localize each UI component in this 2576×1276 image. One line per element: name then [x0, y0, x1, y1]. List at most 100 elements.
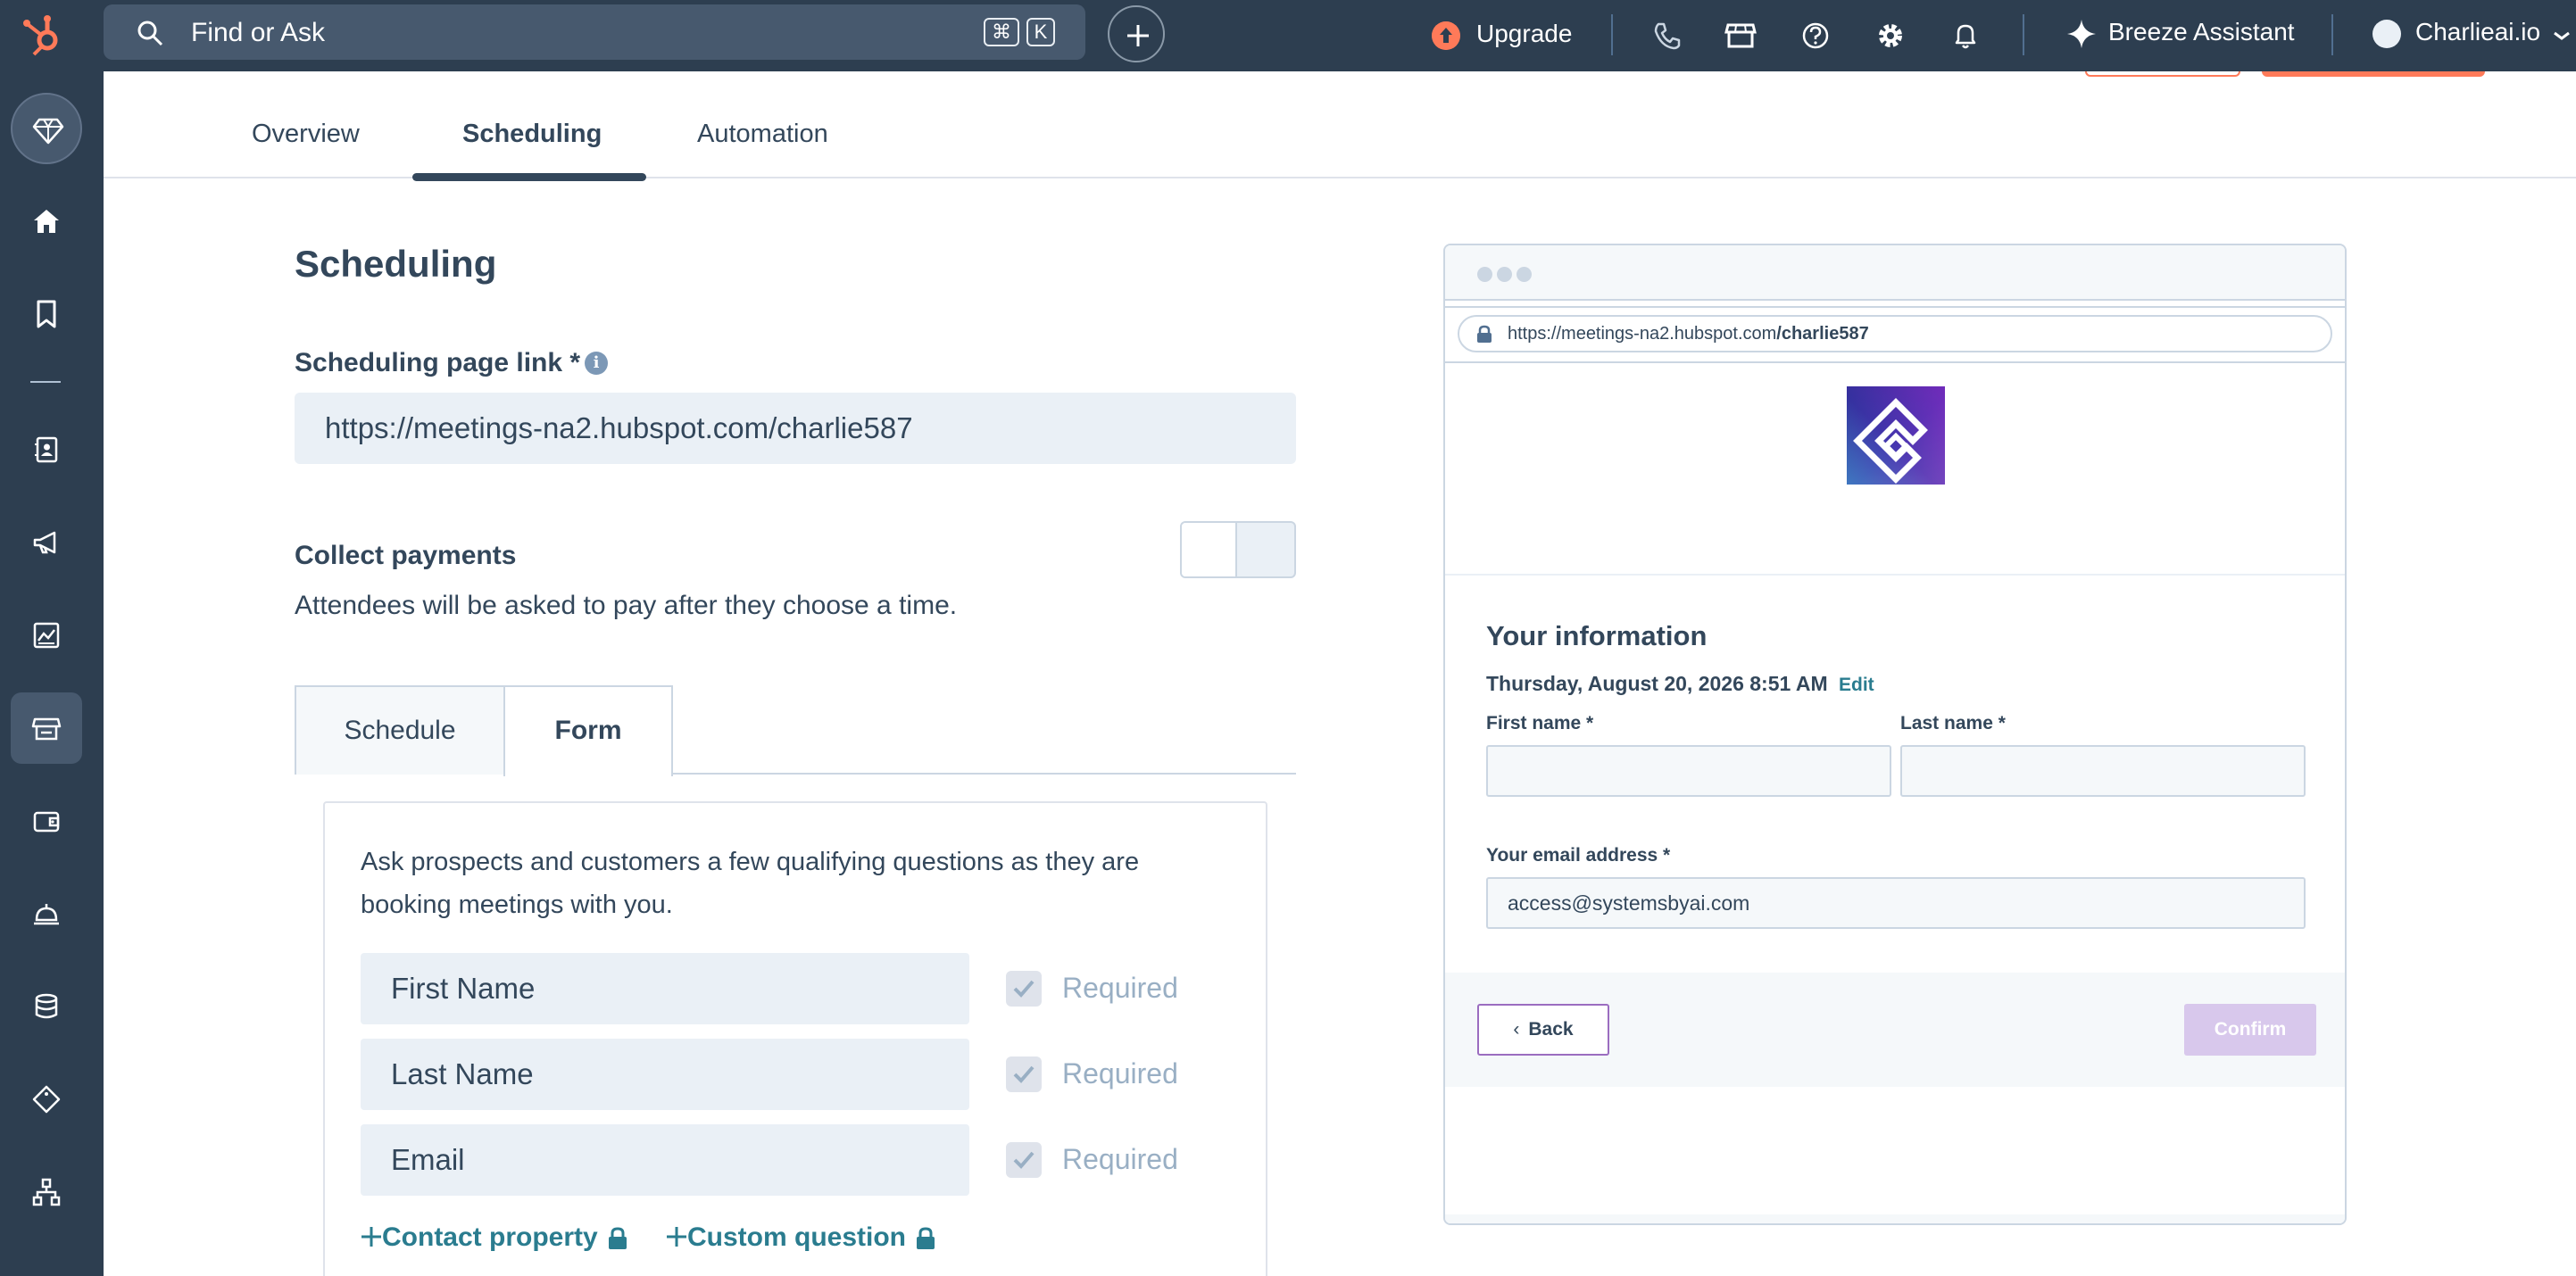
megaphone-icon: [33, 531, 56, 554]
nav-divider: [30, 381, 61, 383]
tab-automation[interactable]: Automation: [697, 120, 828, 149]
secondary-action-button[interactable]: [2085, 71, 2240, 77]
collect-payments-title: Collect payments: [295, 541, 517, 570]
left-navigation: [0, 71, 104, 1276]
nav-item-reports[interactable]: [11, 600, 82, 671]
lock-icon: [1477, 325, 1492, 343]
gem-icon: [32, 118, 64, 145]
nav-item-payments[interactable]: [11, 785, 82, 857]
required-checkbox-email[interactable]: [1006, 1142, 1042, 1178]
service-bell-icon: [34, 904, 59, 925]
preview-url-path: /charlie587: [1776, 324, 1869, 344]
nav-item-upgrade-gem[interactable]: [11, 93, 82, 164]
required-checkbox-first-name[interactable]: [1006, 971, 1042, 1007]
lock-icon: [917, 1227, 935, 1250]
section-title: Scheduling: [295, 243, 497, 285]
nav-item-marketing[interactable]: [11, 507, 82, 578]
subtab-form[interactable]: Form: [503, 685, 673, 776]
search-bar[interactable]: Find or Ask ⌘ K: [104, 4, 1085, 60]
add-contact-property-link[interactable]: Contact property: [361, 1222, 628, 1253]
nav-item-automation[interactable]: [11, 1156, 82, 1228]
breeze-assistant-label: Breeze Assistant: [2108, 18, 2295, 46]
chevron-left-icon: ‹: [1513, 1019, 1520, 1040]
window-dot: [1497, 267, 1512, 282]
scheduling-link-input[interactable]: https://meetings-na2.hubspot.com/charlie…: [295, 393, 1296, 464]
chevron-down-icon[interactable]: [2551, 25, 2572, 46]
preview-bottom-strip: [1445, 1214, 2345, 1223]
settings-gear-icon[interactable]: [1871, 16, 1910, 55]
wallet-icon: [33, 811, 60, 833]
required-checkbox-last-name[interactable]: [1006, 1056, 1042, 1092]
nav-item-home[interactable]: [11, 186, 82, 257]
nav-item-bookmarks[interactable]: [11, 278, 82, 350]
tab-overview[interactable]: Overview: [252, 120, 360, 149]
preview-footer: ‹ Back Confirm: [1445, 973, 2345, 1087]
required-label: Required: [1062, 1143, 1178, 1175]
window-dot: [1517, 267, 1532, 282]
nav-item-contacts[interactable]: [11, 414, 82, 485]
search-placeholder: Find or Ask: [191, 18, 326, 47]
nav-item-service[interactable]: [11, 878, 82, 949]
add-custom-question-link[interactable]: Custom question: [666, 1222, 936, 1253]
search-icon: [137, 21, 163, 46]
plus-icon: [361, 1227, 381, 1247]
nav-item-commerce[interactable]: [11, 692, 82, 764]
subtab-schedule[interactable]: Schedule: [295, 685, 505, 775]
collect-payments-toggle[interactable]: [1180, 521, 1296, 578]
schedule-form-tabs: Schedule Form: [295, 685, 1296, 776]
back-button[interactable]: ‹ Back: [1477, 1004, 1609, 1056]
email-address-label: Your email address *: [1486, 845, 1671, 866]
preview-url-domain: https://meetings-na2.hubspot.com: [1508, 324, 1777, 344]
last-name-label: Last name *: [1900, 713, 2006, 733]
form-field-email[interactable]: Email: [361, 1124, 969, 1196]
contacts-book-icon: [35, 436, 58, 463]
lock-icon: [608, 1227, 627, 1250]
your-information-title: Your information: [1486, 620, 1708, 651]
shortcut-k-key: K: [1026, 18, 1055, 46]
nav-item-data[interactable]: [11, 971, 82, 1042]
topbar-edge: [2571, 0, 2576, 71]
marketplace-icon[interactable]: [1721, 16, 1760, 55]
primary-action-button[interactable]: [2262, 71, 2485, 77]
plus-icon: [667, 1227, 686, 1247]
back-label: Back: [1528, 1019, 1574, 1040]
home-icon: [34, 210, 59, 233]
topbar-divider: [1611, 14, 1613, 55]
reports-chart-icon: [33, 622, 60, 649]
sparkle-icon: [2067, 20, 2096, 48]
edit-datetime-link[interactable]: Edit: [1839, 675, 1874, 695]
company-logo-icon: [1847, 386, 1945, 485]
notifications-bell-icon[interactable]: [1946, 16, 1985, 55]
preview-last-name-input[interactable]: [1900, 745, 2306, 797]
form-field-last-name[interactable]: Last Name: [361, 1039, 969, 1110]
create-button[interactable]: [1108, 5, 1165, 62]
checkmark-icon: [1013, 1151, 1035, 1169]
meeting-datetime: Thursday, August 20, 2026 8:51 AM Edit: [1486, 672, 1874, 696]
info-icon[interactable]: i: [585, 352, 608, 375]
phone-icon[interactable]: [1648, 16, 1687, 55]
confirm-button[interactable]: Confirm: [2184, 1004, 2316, 1056]
top-bar: Find or Ask ⌘ K Upgrade Breeze Assistant…: [0, 0, 2576, 71]
upgrade-label: Upgrade: [1476, 20, 1573, 47]
preview-divider: [1445, 574, 2345, 576]
required-label: Required: [1062, 1057, 1178, 1090]
shortcut-cmd-key: ⌘: [984, 18, 1019, 46]
help-icon[interactable]: [1796, 16, 1835, 55]
active-tab-indicator: [412, 173, 646, 181]
meeting-datetime-text: Thursday, August 20, 2026 8:51 AM: [1486, 672, 1828, 695]
preview-first-name-input[interactable]: [1486, 745, 1891, 797]
checkmark-icon: [1013, 1065, 1035, 1083]
account-name: Charlieai.io: [2415, 18, 2541, 46]
tab-scheduling[interactable]: Scheduling: [462, 120, 602, 149]
plus-icon: [1127, 25, 1149, 46]
form-field-first-name[interactable]: First Name: [361, 953, 969, 1024]
window-dot: [1477, 267, 1492, 282]
hubspot-logo-icon[interactable]: [20, 11, 70, 61]
checkmark-icon: [1013, 980, 1035, 998]
preview-email-input[interactable]: access@systemsbyai.com: [1486, 877, 2306, 929]
nav-item-content[interactable]: [11, 1064, 82, 1135]
form-description: Ask prospects and customers a few qualif…: [361, 848, 1140, 919]
browser-chrome: [1445, 245, 2345, 301]
browser-url-bar: https://meetings-na2.hubspot.com/charlie…: [1458, 315, 2332, 352]
required-label: Required: [1062, 972, 1178, 1004]
